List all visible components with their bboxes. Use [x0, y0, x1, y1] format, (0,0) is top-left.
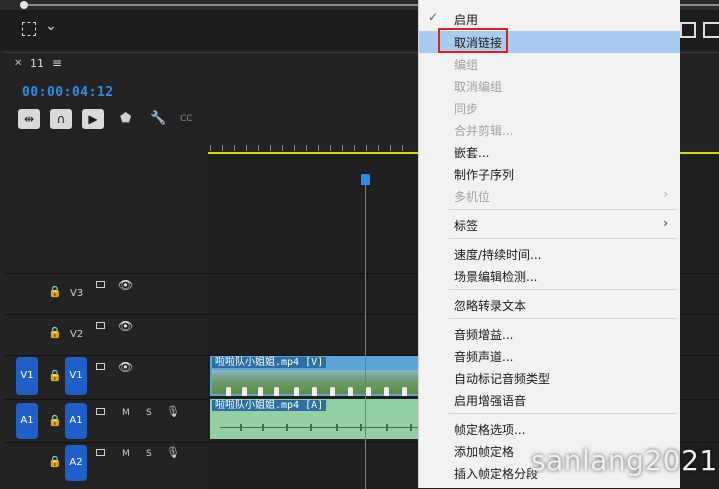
lock-icon[interactable]: 🔒: [48, 369, 62, 382]
sync-lock-icon[interactable]: [96, 363, 105, 370]
video-clip-title: 啦啦队小姐姐.mp4 [V]: [212, 357, 327, 368]
highlight-annotation-box: [438, 28, 508, 53]
mute-button[interactable]: M: [122, 449, 130, 459]
audio-clip[interactable]: 啦啦队小姐姐.mp4 [A]: [210, 399, 423, 439]
track-label-v3[interactable]: V3: [70, 288, 83, 299]
lock-icon[interactable]: 🔒: [48, 414, 62, 427]
marker-icon[interactable]: ⬟: [120, 109, 131, 129]
menu-item-speed-duration[interactable]: 速度/持续时间...: [419, 243, 680, 265]
scrollbar-thumb[interactable]: [20, 1, 28, 9]
export-icon[interactable]: [703, 22, 719, 38]
menu-item-label[interactable]: 标签 ›: [419, 214, 680, 236]
eye-icon[interactable]: 👁: [118, 278, 133, 292]
selection-icon[interactable]: [22, 22, 36, 36]
video-clip[interactable]: 啦啦队小姐姐.mp4 [V]: [210, 356, 423, 396]
menu-item-group[interactable]: 编组: [419, 53, 680, 75]
frame-icon[interactable]: [680, 22, 696, 38]
playhead-timecode[interactable]: 00:00:04:12: [22, 85, 114, 100]
chevron-down-icon[interactable]: ⌄: [45, 18, 57, 34]
menu-item-scene-edit-detection[interactable]: 场景编辑检测...: [419, 265, 680, 287]
sync-lock-icon[interactable]: [96, 408, 105, 415]
microphone-icon[interactable]: 🎙: [166, 405, 180, 418]
checkmark-icon: ✓: [428, 10, 439, 24]
wrench-icon[interactable]: 🔧: [150, 109, 166, 129]
playhead-line[interactable]: [365, 182, 366, 489]
chevron-right-icon: ›: [663, 216, 668, 230]
eye-icon[interactable]: 👁: [118, 319, 133, 333]
snap-tool[interactable]: ∩: [50, 109, 72, 129]
sync-lock-icon[interactable]: [96, 281, 105, 288]
track-label-v1[interactable]: V1: [65, 357, 87, 395]
menu-item-synchronize[interactable]: 同步: [419, 97, 680, 119]
lock-icon[interactable]: 🔒: [48, 326, 62, 339]
mute-button[interactable]: M: [122, 408, 130, 418]
menu-item-audio-gain[interactable]: 音频增益...: [419, 323, 680, 345]
track-label-a2[interactable]: A2: [65, 445, 87, 481]
solo-button[interactable]: S: [146, 408, 152, 418]
track-label-a1[interactable]: A1: [65, 403, 87, 439]
menu-item-enable[interactable]: ✓ 启用: [419, 8, 680, 30]
captions-icon[interactable]: CC: [180, 109, 193, 129]
menu-item-multicam[interactable]: 多机位 ›: [419, 185, 680, 207]
microphone-icon[interactable]: 🎙: [166, 446, 180, 459]
sequence-tab[interactable]: 11: [30, 57, 44, 70]
lock-icon[interactable]: 🔒: [48, 285, 62, 298]
watermark: sanlang2021: [531, 444, 718, 477]
source-patch-v1[interactable]: V1: [16, 357, 38, 395]
lock-icon[interactable]: 🔒: [48, 455, 62, 468]
menu-item-merge-clips[interactable]: 合并剪辑...: [419, 119, 680, 141]
panel-menu-icon[interactable]: ≡: [52, 56, 62, 70]
insert-edit-tool[interactable]: ⇹: [18, 109, 40, 129]
menu-item-make-subsequence[interactable]: 制作子序列: [419, 163, 680, 185]
source-patch-a1[interactable]: A1: [16, 403, 38, 439]
menu-item-enhance-speech[interactable]: 启用增强语音: [419, 389, 680, 411]
clip-context-menu: ✓ 启用 取消链接 编组 取消编组 同步 合并剪辑... 嵌套... 制作子序列…: [418, 0, 680, 488]
eye-icon[interactable]: 👁: [118, 360, 133, 374]
audio-clip-title: 啦啦队小姐姐.mp4 [A]: [212, 400, 327, 411]
menu-item-auto-tag-audio[interactable]: 自动标记音频类型: [419, 367, 680, 389]
close-icon[interactable]: ✕: [14, 58, 22, 69]
menu-item-audio-channels[interactable]: 音频声道...: [419, 345, 680, 367]
sync-lock-icon[interactable]: [96, 449, 105, 456]
menu-item-frame-hold-options[interactable]: 帧定格选项...: [419, 418, 680, 440]
clip-thumbnail: [212, 370, 421, 396]
audio-waveform: [220, 427, 420, 428]
sync-lock-icon[interactable]: [96, 322, 105, 329]
linked-selection-tool[interactable]: ▶: [82, 109, 104, 129]
menu-item-ignore-transcript[interactable]: 忽略转录文本: [419, 294, 680, 316]
menu-item-ungroup[interactable]: 取消编组: [419, 75, 680, 97]
chevron-right-icon: ›: [663, 187, 668, 201]
menu-item-nest[interactable]: 嵌套...: [419, 141, 680, 163]
solo-button[interactable]: S: [146, 449, 152, 459]
track-label-v2[interactable]: V2: [70, 329, 83, 340]
